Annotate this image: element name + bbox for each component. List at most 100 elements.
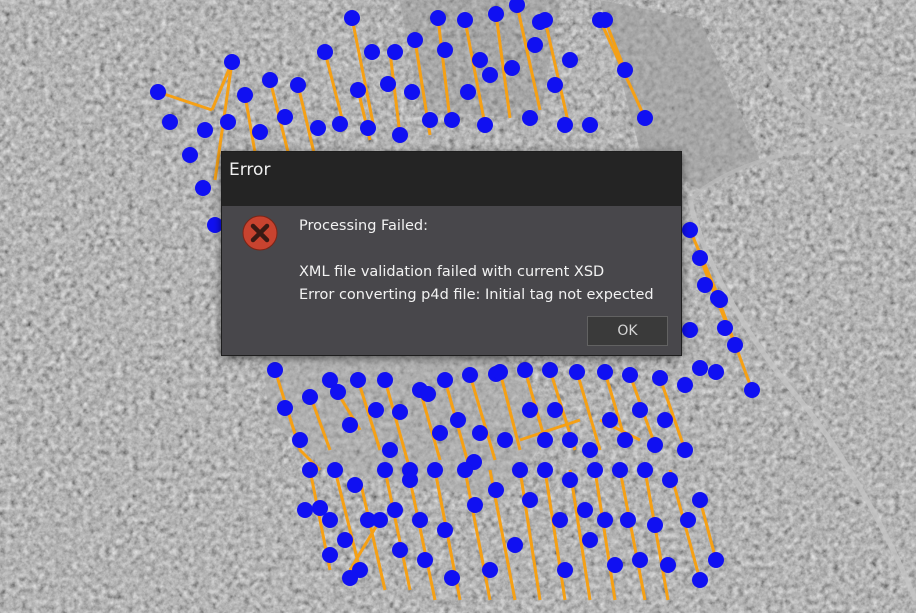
waypoint-marker[interactable] [237, 87, 253, 103]
waypoint-marker[interactable] [392, 542, 408, 558]
waypoint-marker[interactable] [497, 432, 513, 448]
waypoint-marker[interactable] [512, 462, 528, 478]
waypoint-marker[interactable] [522, 110, 538, 126]
waypoint-marker[interactable] [522, 402, 538, 418]
waypoint-marker[interactable] [322, 547, 338, 563]
waypoint-marker[interactable] [387, 44, 403, 60]
waypoint-marker[interactable] [517, 362, 533, 378]
ok-button[interactable]: OK [587, 316, 668, 346]
waypoint-marker[interactable] [310, 120, 326, 136]
waypoint-marker[interactable] [602, 412, 618, 428]
waypoint-marker[interactable] [262, 72, 278, 88]
waypoint-marker[interactable] [708, 552, 724, 568]
waypoint-marker[interactable] [677, 377, 693, 393]
waypoint-marker[interactable] [482, 562, 498, 578]
waypoint-marker[interactable] [427, 462, 443, 478]
waypoint-marker[interactable] [552, 512, 568, 528]
waypoint-marker[interactable] [437, 372, 453, 388]
waypoint-marker[interactable] [537, 432, 553, 448]
waypoint-marker[interactable] [682, 322, 698, 338]
waypoint-marker[interactable] [692, 360, 708, 376]
waypoint-marker[interactable] [332, 116, 348, 132]
waypoint-marker[interactable] [444, 112, 460, 128]
waypoint-marker[interactable] [632, 402, 648, 418]
waypoint-marker[interactable] [317, 44, 333, 60]
waypoint-marker[interactable] [617, 432, 633, 448]
waypoint-marker[interactable] [457, 12, 473, 28]
waypoint-marker[interactable] [677, 442, 693, 458]
waypoint-marker[interactable] [537, 12, 553, 28]
waypoint-marker[interactable] [537, 462, 553, 478]
waypoint-marker[interactable] [617, 62, 633, 78]
waypoint-marker[interactable] [708, 364, 724, 380]
waypoint-marker[interactable] [220, 114, 236, 130]
waypoint-marker[interactable] [467, 497, 483, 513]
waypoint-marker[interactable] [647, 517, 663, 533]
waypoint-marker[interactable] [412, 512, 428, 528]
waypoint-marker[interactable] [492, 364, 508, 380]
dialog-titlebar[interactable]: Error [222, 152, 681, 206]
waypoint-marker[interactable] [404, 84, 420, 100]
waypoint-marker[interactable] [432, 425, 448, 441]
waypoint-marker[interactable] [612, 462, 628, 478]
waypoint-marker[interactable] [662, 472, 678, 488]
waypoint-marker[interactable] [344, 10, 360, 26]
waypoint-marker[interactable] [569, 364, 585, 380]
waypoint-marker[interactable] [692, 572, 708, 588]
waypoint-marker[interactable] [277, 400, 293, 416]
waypoint-marker[interactable] [267, 362, 283, 378]
waypoint-marker[interactable] [652, 370, 668, 386]
waypoint-marker[interactable] [692, 492, 708, 508]
waypoint-marker[interactable] [547, 77, 563, 93]
waypoint-marker[interactable] [472, 52, 488, 68]
waypoint-marker[interactable] [162, 114, 178, 130]
waypoint-marker[interactable] [587, 462, 603, 478]
waypoint-marker[interactable] [557, 117, 573, 133]
waypoint-marker[interactable] [342, 570, 358, 586]
waypoint-marker[interactable] [637, 110, 653, 126]
waypoint-marker[interactable] [577, 502, 593, 518]
waypoint-marker[interactable] [302, 389, 318, 405]
waypoint-marker[interactable] [292, 432, 308, 448]
waypoint-marker[interactable] [377, 372, 393, 388]
waypoint-marker[interactable] [562, 432, 578, 448]
waypoint-marker[interactable] [392, 127, 408, 143]
waypoint-marker[interactable] [582, 117, 598, 133]
waypoint-marker[interactable] [680, 512, 696, 528]
waypoint-marker[interactable] [372, 512, 388, 528]
waypoint-marker[interactable] [647, 437, 663, 453]
waypoint-marker[interactable] [504, 60, 520, 76]
waypoint-marker[interactable] [297, 502, 313, 518]
waypoint-marker[interactable] [437, 42, 453, 58]
waypoint-marker[interactable] [547, 402, 563, 418]
waypoint-marker[interactable] [364, 44, 380, 60]
waypoint-marker[interactable] [347, 477, 363, 493]
waypoint-marker[interactable] [597, 364, 613, 380]
waypoint-marker[interactable] [582, 532, 598, 548]
waypoint-marker[interactable] [657, 412, 673, 428]
waypoint-marker[interactable] [150, 84, 166, 100]
waypoint-marker[interactable] [368, 402, 384, 418]
waypoint-marker[interactable] [460, 84, 476, 100]
waypoint-marker[interactable] [597, 512, 613, 528]
waypoint-marker[interactable] [392, 404, 408, 420]
waypoint-marker[interactable] [482, 67, 498, 83]
waypoint-marker[interactable] [692, 250, 708, 266]
waypoint-marker[interactable] [597, 12, 613, 28]
waypoint-marker[interactable] [727, 337, 743, 353]
waypoint-marker[interactable] [637, 462, 653, 478]
waypoint-marker[interactable] [472, 425, 488, 441]
waypoint-marker[interactable] [360, 120, 376, 136]
waypoint-marker[interactable] [712, 292, 728, 308]
waypoint-marker[interactable] [224, 54, 240, 70]
waypoint-marker[interactable] [488, 482, 504, 498]
waypoint-marker[interactable] [660, 557, 676, 573]
waypoint-marker[interactable] [182, 147, 198, 163]
waypoint-marker[interactable] [622, 367, 638, 383]
waypoint-marker[interactable] [387, 502, 403, 518]
waypoint-marker[interactable] [457, 462, 473, 478]
waypoint-marker[interactable] [302, 462, 318, 478]
waypoint-marker[interactable] [744, 382, 760, 398]
waypoint-marker[interactable] [477, 117, 493, 133]
waypoint-marker[interactable] [277, 109, 293, 125]
